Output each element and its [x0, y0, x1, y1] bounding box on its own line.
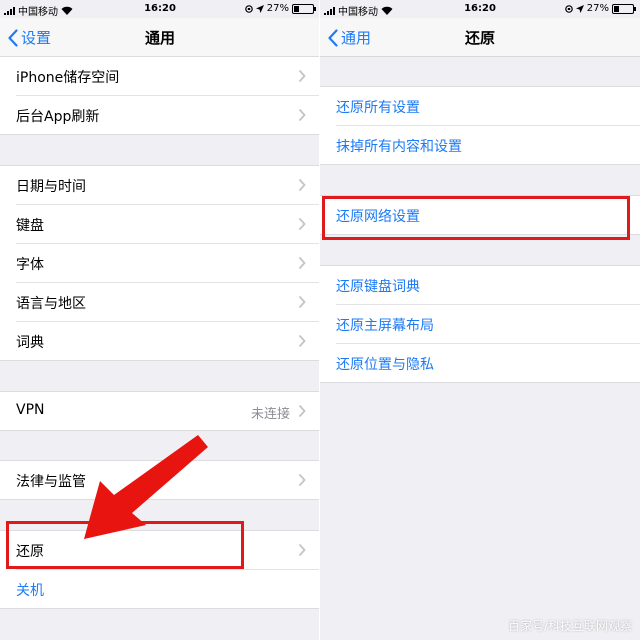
right-screen: 中国移动 16:20 27% 通用 还原 还原所有设置 抹掉所有内容和设置 还原… [320, 0, 640, 640]
chevron-right-icon [298, 334, 306, 348]
chevron-right-icon [298, 404, 306, 418]
settings-row-keyboard[interactable]: 键盘 [16, 205, 320, 244]
row-label: iPhone储存空间 [16, 70, 120, 86]
row-label: 还原主屏幕布局 [336, 318, 434, 334]
page-title: 还原 [464, 29, 495, 47]
row-label: 还原键盘词典 [336, 279, 420, 295]
location-icon [575, 4, 584, 13]
row-label: 还原位置与隐私 [336, 357, 434, 373]
orientation-lock-icon [244, 4, 253, 13]
left-screen: 中国移动 16:20 27% 设置 通用 iPhone储存空间 后台App刷新 … [0, 0, 320, 640]
row-label: 词典 [16, 335, 44, 351]
settings-row-background-refresh[interactable]: 后台App刷新 [16, 96, 320, 134]
settings-row-dictionary[interactable]: 词典 [16, 322, 320, 360]
nav-bar: 通用 还原 [320, 18, 640, 57]
reset-all-group: 还原所有设置 抹掉所有内容和设置 [320, 86, 640, 165]
settings-row-date-time[interactable]: 日期与时间 [16, 166, 320, 205]
row-label: 字体 [16, 257, 44, 273]
chevron-right-icon [298, 108, 306, 122]
nav-bar: 设置 通用 [0, 18, 320, 57]
battery-icon [612, 3, 636, 14]
orientation-lock-icon [564, 4, 573, 13]
reset-all-settings-row[interactable]: 还原所有设置 [336, 87, 640, 126]
watermark: 百家号/科技互联网观察 [507, 619, 632, 633]
status-bar: 中国移动 16:20 27% [320, 0, 640, 18]
chevron-right-icon [298, 543, 306, 557]
battery-fill [614, 5, 619, 12]
locale-group: 日期与时间 键盘 字体 语言与地区 词典 [0, 165, 320, 361]
highlight-box-network [322, 196, 630, 240]
settings-row-shutdown[interactable]: 关机 [16, 570, 320, 608]
row-label: 后台App刷新 [16, 109, 100, 125]
chevron-right-icon [298, 295, 306, 309]
battery-percent: 27% [586, 3, 609, 14]
chevron-right-icon [298, 473, 306, 487]
red-arrow-icon [84, 435, 208, 539]
status-bar: 中国移动 16:20 27% [0, 0, 320, 18]
battery-icon [292, 3, 316, 14]
page-title: 通用 [144, 29, 175, 47]
chevron-right-icon [298, 69, 306, 83]
erase-all-content-row[interactable]: 抹掉所有内容和设置 [336, 126, 640, 164]
reset-misc-group: 还原键盘词典 还原主屏幕布局 还原位置与隐私 [320, 265, 640, 383]
chevron-right-icon [298, 178, 306, 192]
battery-fill [294, 5, 299, 12]
battery-percent: 27% [266, 3, 289, 14]
row-label: VPN [16, 402, 45, 418]
settings-row-language-region[interactable]: 语言与地区 [16, 283, 320, 322]
settings-row-fonts[interactable]: 字体 [16, 244, 320, 283]
location-icon [255, 4, 264, 13]
reset-home-screen-layout-row[interactable]: 还原主屏幕布局 [336, 305, 640, 344]
reset-location-privacy-row[interactable]: 还原位置与隐私 [336, 344, 640, 382]
row-label: 抹掉所有内容和设置 [336, 139, 462, 155]
row-label: 日期与时间 [16, 179, 86, 195]
settings-row-iphone-storage[interactable]: iPhone储存空间 [16, 57, 320, 96]
vpn-status: 未连接 [250, 407, 290, 422]
chevron-right-icon [298, 256, 306, 270]
row-label: 键盘 [16, 218, 44, 234]
row-label: 关机 [16, 583, 44, 599]
storage-group: iPhone储存空间 后台App刷新 [0, 56, 320, 135]
row-label: 语言与地区 [16, 296, 86, 312]
reset-keyboard-dictionary-row[interactable]: 还原键盘词典 [336, 266, 640, 305]
row-label: 还原所有设置 [336, 100, 420, 116]
chevron-right-icon [298, 217, 306, 231]
